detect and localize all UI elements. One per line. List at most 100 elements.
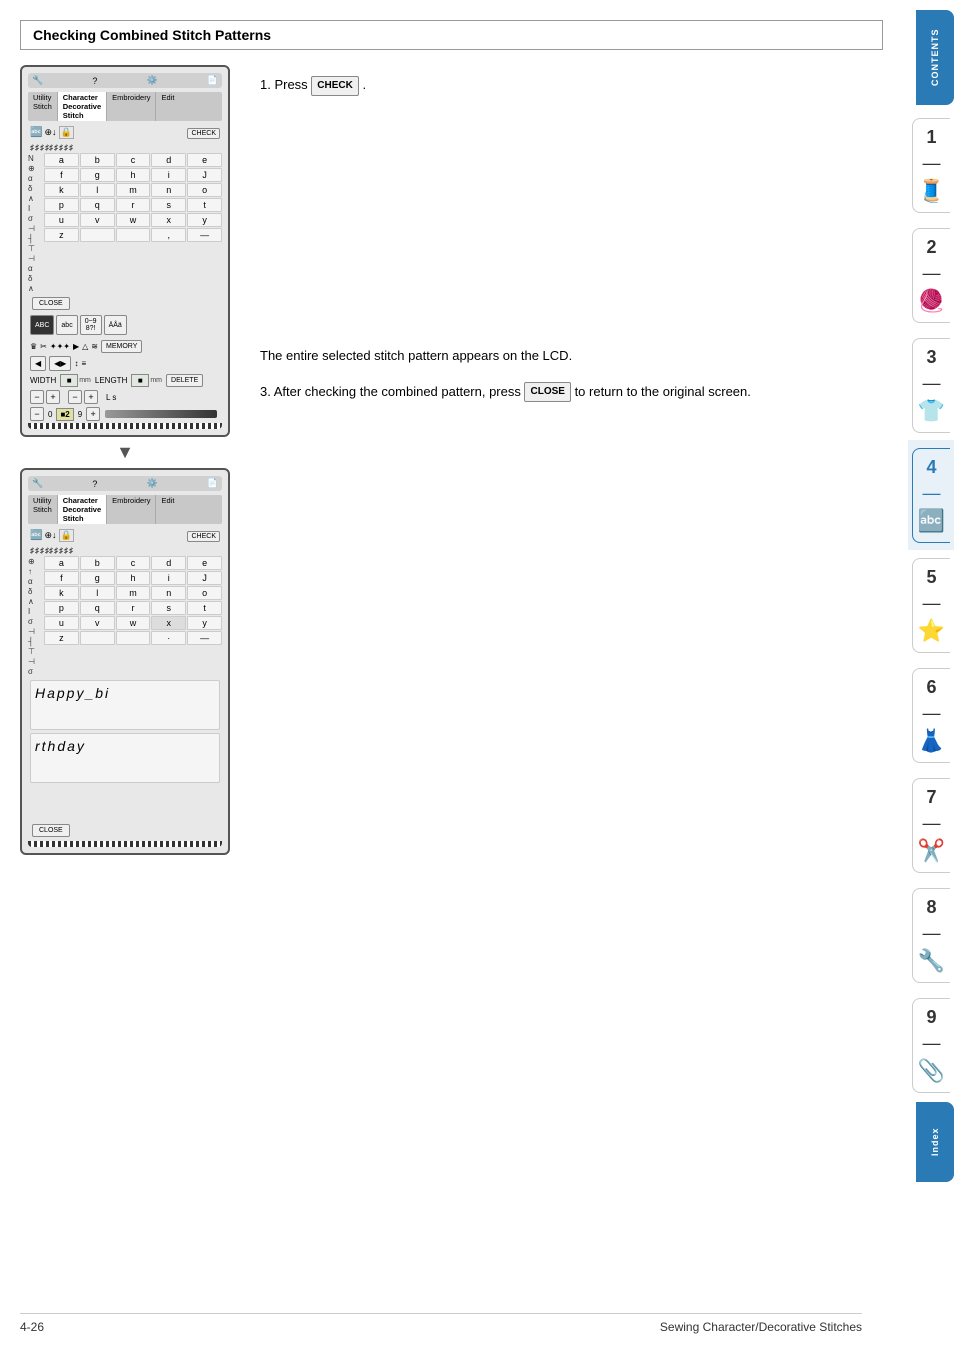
tab2-edit[interactable]: Edit [156, 495, 179, 524]
char-s[interactable]: s [151, 198, 186, 212]
c2-o[interactable]: o [187, 586, 222, 600]
tab-5[interactable]: 5 — ⭐ [908, 550, 954, 660]
c2-c[interactable]: c [116, 556, 151, 570]
char-p[interactable]: p [44, 198, 79, 212]
check-button-1[interactable]: CHECK [187, 128, 220, 139]
char-z[interactable]: z [44, 228, 79, 242]
char-empty2[interactable] [116, 228, 151, 242]
char-d[interactable]: d [151, 153, 186, 167]
nav-left[interactable]: ◀ [30, 356, 46, 371]
length-plus[interactable]: + [84, 390, 98, 404]
tab-embroidery[interactable]: Embroidery [107, 92, 156, 121]
tab-utility-stitch[interactable]: UtilityStitch [28, 92, 58, 121]
close-button-inline[interactable]: CLOSE [524, 382, 570, 402]
c2-n[interactable]: n [151, 586, 186, 600]
char-b[interactable]: b [80, 153, 115, 167]
c2-j[interactable]: J [187, 571, 222, 585]
c2-a[interactable]: a [44, 556, 79, 570]
check-button-inline[interactable]: CHECK [311, 76, 359, 96]
nav-right[interactable]: ◀▶ [49, 356, 71, 371]
tab-9[interactable]: 9 — 📎 [908, 990, 954, 1100]
char-k[interactable]: k [44, 183, 79, 197]
char-empty1[interactable] [80, 228, 115, 242]
c2-l[interactable]: l [80, 586, 115, 600]
width-minus[interactable]: − [30, 390, 44, 404]
char-l[interactable]: l [80, 183, 115, 197]
cat-special[interactable]: ÄÅä [104, 315, 127, 335]
char-h[interactable]: h [116, 168, 151, 182]
char-w[interactable]: w [116, 213, 151, 227]
char-g[interactable]: g [80, 168, 115, 182]
tab-6[interactable]: 6 — 👗 [908, 660, 954, 770]
char-y[interactable]: y [187, 213, 222, 227]
cat-numbers[interactable]: 0~98?! [80, 315, 102, 335]
tab-1[interactable]: 1 — 🧵 [908, 110, 954, 220]
char-j[interactable]: J [187, 168, 222, 182]
c2-p[interactable]: p [44, 601, 79, 615]
char-e[interactable]: e [187, 153, 222, 167]
tab-2[interactable]: 2 — 🧶 [908, 220, 954, 330]
c2-i[interactable]: i [151, 571, 186, 585]
tab-index[interactable]: Index [916, 1102, 954, 1182]
close-button-2[interactable]: CLOSE [32, 824, 70, 837]
c2-dash[interactable]: — [187, 631, 222, 645]
cat-abc-lower[interactable]: abc [56, 315, 77, 335]
c2-u[interactable]: u [44, 616, 79, 630]
c2-m[interactable]: m [116, 586, 151, 600]
c2-period[interactable]: · [151, 631, 186, 645]
c2-e1[interactable] [80, 631, 115, 645]
tab-edit[interactable]: Edit [156, 92, 179, 121]
c2-r[interactable]: r [116, 601, 151, 615]
char-u[interactable]: u [44, 213, 79, 227]
char-c[interactable]: c [116, 153, 151, 167]
c2-h[interactable]: h [116, 571, 151, 585]
lcd-alphabet-icon: 🔤 [30, 127, 42, 138]
width-plus[interactable]: + [46, 390, 60, 404]
c2-k[interactable]: k [44, 586, 79, 600]
c2-z[interactable]: z [44, 631, 79, 645]
c2-e2[interactable] [116, 631, 151, 645]
tab-3[interactable]: 3 — 👕 [908, 330, 954, 440]
memory-button[interactable]: MEMORY [101, 340, 142, 353]
char-n[interactable]: n [151, 183, 186, 197]
tab2-char[interactable]: CharacterDecorativeStitch [58, 495, 107, 524]
char-i[interactable]: i [151, 168, 186, 182]
tab-7[interactable]: 7 — ✂️ [908, 770, 954, 880]
delete-button[interactable]: DELETE [166, 374, 203, 387]
close-button-1[interactable]: CLOSE [32, 297, 70, 310]
length-minus[interactable]: − [68, 390, 82, 404]
char-f[interactable]: f [44, 168, 79, 182]
tab2-utility[interactable]: UtilityStitch [28, 495, 58, 524]
char-comma[interactable]: , [151, 228, 186, 242]
c2-w[interactable]: w [116, 616, 151, 630]
char-t[interactable]: t [187, 198, 222, 212]
char-a[interactable]: a [44, 153, 79, 167]
c2-e[interactable]: e [187, 556, 222, 570]
c2-g[interactable]: g [80, 571, 115, 585]
c2-t[interactable]: t [187, 601, 222, 615]
char-o[interactable]: o [187, 183, 222, 197]
tab-8[interactable]: 8 — 🔧 [908, 880, 954, 990]
c2-b[interactable]: b [80, 556, 115, 570]
tab-contents[interactable]: CONTENTS [916, 10, 954, 105]
c2-d[interactable]: d [151, 556, 186, 570]
c2-v[interactable]: v [80, 616, 115, 630]
c2-s[interactable]: s [151, 601, 186, 615]
tension-plus[interactable]: + [86, 407, 100, 421]
char-v[interactable]: v [80, 213, 115, 227]
char-dash[interactable]: — [187, 228, 222, 242]
c2-q[interactable]: q [80, 601, 115, 615]
char-x[interactable]: x [151, 213, 186, 227]
c2-x[interactable]: x [151, 616, 186, 630]
char-q[interactable]: q [80, 198, 115, 212]
tab2-embroidery[interactable]: Embroidery [107, 495, 156, 524]
char-r[interactable]: r [116, 198, 151, 212]
char-m[interactable]: m [116, 183, 151, 197]
tab-4[interactable]: 4 — 🔤 [908, 440, 954, 550]
c2-y[interactable]: y [187, 616, 222, 630]
tab-character-decorative[interactable]: CharacterDecorativeStitch [58, 92, 107, 121]
tension-minus[interactable]: − [30, 407, 44, 421]
c2-f[interactable]: f [44, 571, 79, 585]
cat-abc-upper[interactable]: ABC [30, 315, 54, 335]
check-button-2[interactable]: CHECK [187, 531, 220, 542]
